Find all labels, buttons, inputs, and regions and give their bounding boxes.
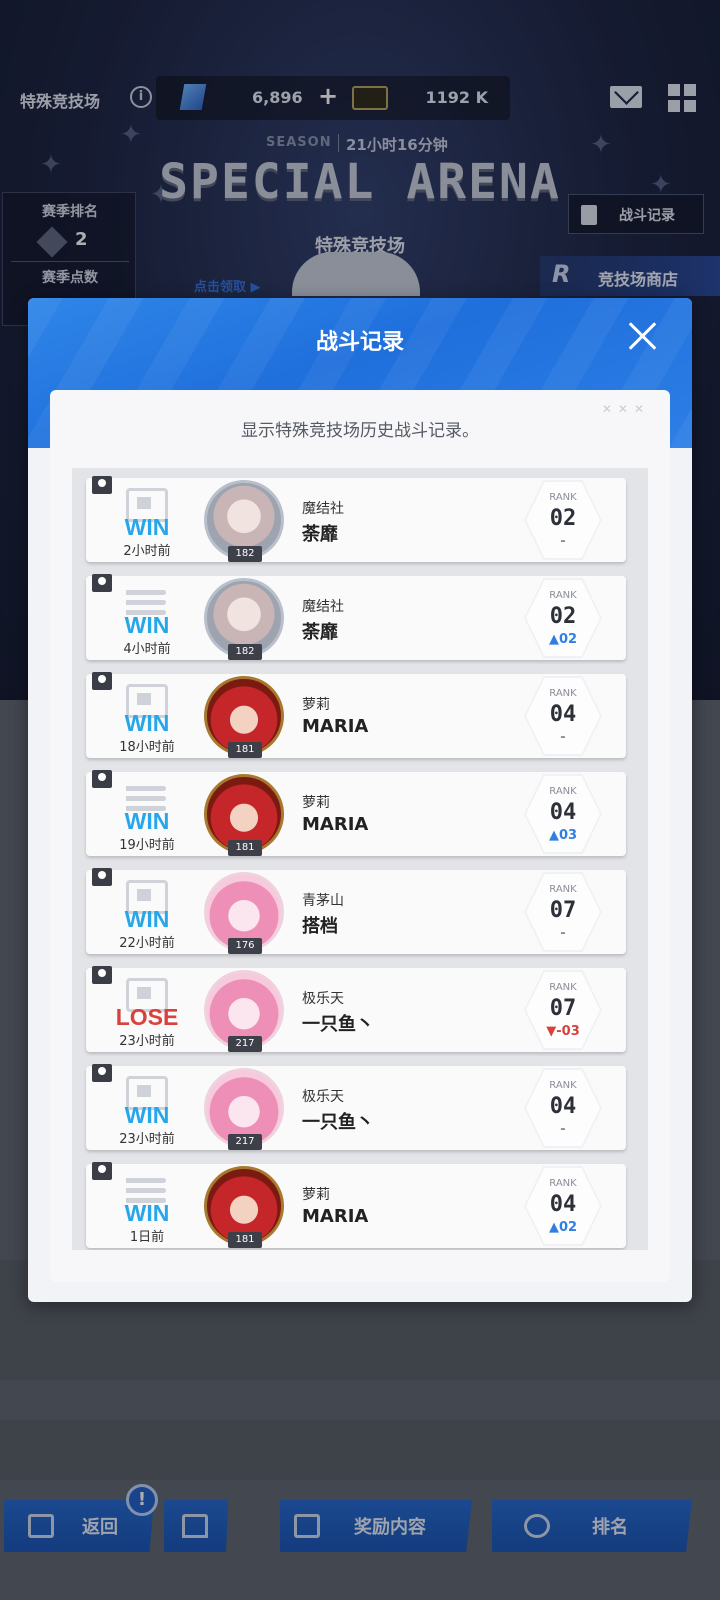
record-row[interactable]: WIN 4小时前 182 魔结社荼靡 RANK 02 ▲02	[86, 574, 626, 660]
result-label: WIN	[124, 808, 170, 834]
guild-name: 青茅山	[302, 893, 344, 909]
guild-name: 魔结社	[302, 501, 344, 517]
rank-change: ▲02	[548, 632, 578, 647]
guild-name: 萝莉	[302, 795, 330, 811]
level-badge: 176	[228, 938, 262, 954]
user-tag-icon	[92, 574, 112, 592]
guild-name: 萝莉	[302, 1187, 330, 1203]
result-label: WIN	[124, 514, 170, 540]
rank-value: 04	[549, 1094, 577, 1119]
time-ago: 2小时前	[123, 544, 171, 559]
player-name: 一只鱼丶	[302, 1112, 374, 1133]
level-badge: 217	[228, 1036, 262, 1052]
time-ago: 4小时前	[123, 642, 171, 657]
player-name: 一只鱼丶	[302, 1014, 374, 1035]
result-label: LOSE	[115, 1004, 179, 1030]
rank-label: RANK	[549, 492, 577, 503]
rank-value: 07	[549, 996, 577, 1021]
rank-label: RANK	[549, 982, 577, 993]
rank-label: RANK	[549, 884, 577, 895]
result-label: WIN	[124, 1200, 170, 1226]
rank-change: ▼-03	[546, 1024, 580, 1039]
close-icon[interactable]	[622, 316, 662, 356]
rank-value: 04	[549, 800, 577, 825]
user-tag-icon	[92, 1064, 112, 1082]
rank-label: RANK	[549, 786, 577, 797]
user-tag-icon	[92, 966, 112, 984]
level-badge: 182	[228, 644, 262, 660]
record-row[interactable]: WIN 22小时前 176 青茅山搭档 RANK 07 -	[86, 868, 626, 954]
level-badge: 181	[228, 1232, 262, 1248]
rank-value: 04	[549, 1192, 577, 1217]
level-badge: 182	[228, 546, 262, 562]
user-tag-icon	[92, 672, 112, 690]
level-badge: 217	[228, 1134, 262, 1150]
record-row[interactable]: WIN 2小时前 182 魔结社荼靡 RANK 02 -	[86, 476, 626, 562]
rank-change: -	[560, 534, 566, 549]
result-label: WIN	[124, 710, 170, 736]
time-ago: 18小时前	[119, 740, 175, 755]
rank-change: ▲03	[548, 828, 578, 843]
player-name: MARIA	[302, 1206, 369, 1227]
time-ago: 1日前	[129, 1230, 165, 1245]
rank-change: -	[560, 730, 566, 745]
player-name: MARIA	[302, 814, 369, 835]
player-name: 搭档	[302, 916, 338, 937]
guild-name: 萝莉	[302, 697, 330, 713]
rank-value: 04	[549, 702, 577, 727]
player-name: 荼靡	[302, 524, 338, 545]
guild-name: 魔结社	[302, 599, 344, 615]
rank-value: 02	[549, 506, 577, 531]
record-row[interactable]: WIN 23小时前 217 极乐天一只鱼丶 RANK 04 -	[86, 1064, 626, 1150]
time-ago: 23小时前	[119, 1034, 175, 1049]
guild-name: 极乐天	[302, 991, 344, 1007]
rank-label: RANK	[549, 1080, 577, 1091]
level-badge: 181	[228, 840, 262, 856]
time-ago: 22小时前	[119, 936, 175, 951]
battle-record-modal: 战斗记录 ✕✕✕ 显示特殊竞技场历史战斗记录。 WIN 2小时前 182 魔结社 荼靡 R…	[28, 298, 692, 1302]
level-badge: 181	[228, 742, 262, 758]
user-tag-icon	[92, 868, 112, 886]
rank-change: ▲02	[548, 1220, 578, 1235]
rank-change: -	[560, 926, 566, 941]
user-tag-icon	[92, 770, 112, 788]
rank-change: -	[560, 1122, 566, 1137]
rank-value: 02	[549, 604, 577, 629]
record-list[interactable]: WIN 2小时前 182 魔结社 荼靡 RANK 02- WIN 4小时前 182 魔结社 荼靡 RAN…	[72, 468, 648, 1250]
modal-body: ✕✕✕ 显示特殊竞技场历史战斗记录。 WIN 2小时前 182 魔结社 荼靡 RANK 02…	[50, 390, 670, 1282]
user-tag-icon	[92, 1162, 112, 1180]
rank-value: 07	[549, 898, 577, 923]
record-row[interactable]: WIN 18小时前 181 萝莉 MARIA RANK 04 -	[86, 672, 626, 758]
rank-label: RANK	[549, 688, 577, 699]
rank-label: RANK	[549, 590, 577, 601]
time-ago: 23小时前	[119, 1132, 175, 1147]
modal-description: 显示特殊竞技场历史战斗记录。	[241, 421, 479, 441]
record-row[interactable]: LOSE 23小时前 217 极乐天一只鱼丶 RANK 07 ▼-03	[86, 966, 626, 1052]
record-row[interactable]: WIN 1日前 181 萝莉 MARIA RANK 04 ▲02	[86, 1162, 626, 1248]
user-tag-icon	[92, 476, 112, 494]
modal-title: 战斗记录	[315, 330, 404, 355]
guild-name: 极乐天	[302, 1089, 344, 1105]
record-row[interactable]: WIN 19小时前 181 萝莉 MARIA RANK 04 ▲03	[86, 770, 626, 856]
rank-label: RANK	[549, 1178, 577, 1189]
player-name: MARIA	[302, 716, 369, 737]
result-label: WIN	[124, 906, 170, 932]
time-ago: 19小时前	[119, 838, 175, 853]
result-label: WIN	[124, 612, 170, 638]
decoration-icons: ✕✕✕	[601, 402, 650, 416]
result-label: WIN	[124, 1102, 170, 1128]
player-name: 荼靡	[302, 622, 338, 643]
